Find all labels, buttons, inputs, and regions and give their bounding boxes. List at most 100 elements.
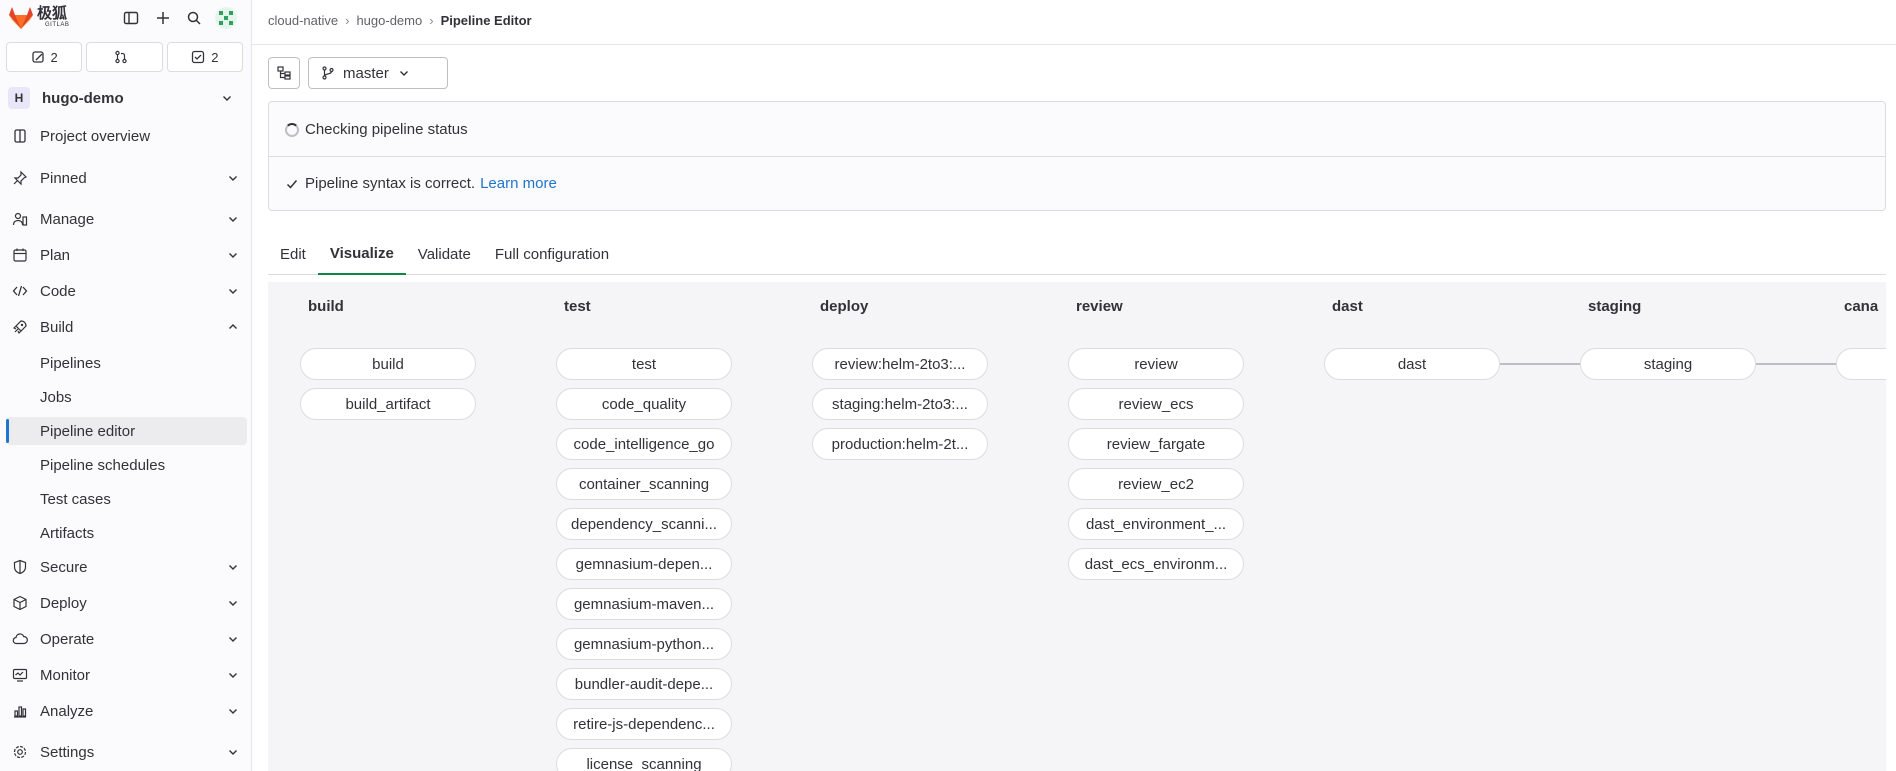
search-icon[interactable] <box>182 6 206 30</box>
pipeline-job[interactable]: license_scanning <box>556 748 732 771</box>
file-tree-toggle-button[interactable] <box>268 57 300 89</box>
pipeline-job[interactable]: review <box>1068 348 1244 380</box>
pipeline-job[interactable]: dast <box>1324 348 1500 380</box>
nav-plan[interactable]: Plan <box>0 240 252 270</box>
chevron-down-icon <box>229 176 237 181</box>
nav-project-overview-label: Project overview <box>40 127 151 145</box>
pipeline-job[interactable]: gemnasium-depen... <box>556 548 732 580</box>
syntax-status-row: Pipeline syntax is correct. Learn more <box>285 175 557 192</box>
sidebar-toggle-icon[interactable] <box>119 6 143 30</box>
nav-pipelines[interactable]: Pipelines <box>6 349 247 377</box>
nav-pinned-label: Pinned <box>40 169 87 187</box>
chevron-down-icon <box>229 565 237 570</box>
plus-icon[interactable] <box>151 6 175 30</box>
pipeline-job[interactable]: bundler-audit-depe... <box>556 668 732 700</box>
nav-artifacts[interactable]: Artifacts <box>6 519 247 547</box>
todos-counter-button[interactable]: 2 <box>166 42 243 72</box>
breadcrumb-group[interactable]: cloud-native <box>268 13 338 28</box>
status-divider <box>269 156 1885 157</box>
chevron-down-icon <box>229 750 237 755</box>
pipeline-job[interactable]: dast_environment_... <box>1068 508 1244 540</box>
nav-secure[interactable]: Secure <box>0 552 252 582</box>
nav-project-overview[interactable]: Project overview <box>0 121 252 151</box>
nav-analyze[interactable]: Analyze <box>0 696 252 726</box>
nav-build-label: Build <box>40 318 74 336</box>
pipeline-job[interactable]: dast_ecs_environm... <box>1068 548 1244 580</box>
nav-test-cases[interactable]: Test cases <box>6 485 247 513</box>
shield-icon <box>13 559 27 575</box>
breadcrumb-current[interactable]: Pipeline Editor <box>441 13 532 28</box>
pipeline-job[interactable]: gemnasium-python... <box>556 628 732 660</box>
nav-artifacts-label: Artifacts <box>40 524 95 542</box>
gitlab-logo-icon[interactable] <box>8 6 34 30</box>
pipeline-job[interactable]: review:helm-2to3:... <box>812 348 988 380</box>
settings-icon <box>13 745 27 759</box>
pipeline-job[interactable]: review_ec2 <box>1068 468 1244 500</box>
pipeline-job[interactable]: dependency_scanni... <box>556 508 732 540</box>
issues-counter-button[interactable]: 2 <box>6 42 83 72</box>
chevron-down-icon <box>229 709 237 714</box>
tab-validate[interactable]: Validate <box>406 234 483 275</box>
stage-title-3: review <box>1076 298 1123 315</box>
pipeline-job[interactable]: staging <box>1580 348 1756 380</box>
branch-selector[interactable]: master <box>308 57 448 89</box>
project-icon <box>14 129 26 143</box>
nav-pipeline-editor-label: Pipeline editor <box>40 422 136 440</box>
pipeline-job[interactable]: retire-js-dependenc... <box>556 708 732 740</box>
nav-monitor[interactable]: Monitor <box>0 660 252 690</box>
nav-code[interactable]: Code <box>0 276 252 306</box>
learn-more-link[interactable]: Learn more <box>480 175 557 192</box>
brand-sub: GITLAB <box>45 22 70 28</box>
chevron-down-icon <box>399 71 408 76</box>
pipeline-job[interactable]: production:helm-2t... <box>812 428 988 460</box>
nav-pipeline-schedules[interactable]: Pipeline schedules <box>6 451 247 479</box>
tab-visualize[interactable]: Visualize <box>317 234 406 275</box>
check-icon <box>286 179 298 189</box>
branch-name: master <box>343 64 389 82</box>
sidebar: 极狐 GITLAB 2 2 H hugo-demo Project overvi… <box>0 0 252 771</box>
branch-icon <box>322 66 334 80</box>
pipeline-job[interactable]: review_ecs <box>1068 388 1244 420</box>
nav-jobs-label: Jobs <box>40 388 72 406</box>
nav-pinned[interactable]: Pinned <box>0 163 252 193</box>
brand-name: 极狐 <box>37 5 68 22</box>
pipeline-job[interactable]: code_quality <box>556 388 732 420</box>
chevron-down-icon <box>229 673 237 678</box>
stage-title-2: deploy <box>820 298 869 315</box>
chevron-down-icon <box>229 289 237 294</box>
nav-secure-label: Secure <box>40 558 88 576</box>
user-avatar-icon[interactable] <box>214 6 238 30</box>
todos-count: 2 <box>211 49 219 65</box>
chevron-down-icon <box>229 253 237 258</box>
breadcrumb: cloud-native › hugo-demo › Pipeline Edit… <box>268 13 532 28</box>
nav-pipeline-editor[interactable]: Pipeline editor <box>6 417 247 445</box>
pipeline-job[interactable]: gemnasium-maven... <box>556 588 732 620</box>
users-icon <box>12 212 28 226</box>
nav-jobs[interactable]: Jobs <box>6 383 247 411</box>
tab-full-configuration[interactable]: Full configuration <box>483 234 621 275</box>
pipeline-job[interactable]: build <box>300 348 476 380</box>
pipeline-job[interactable] <box>1836 348 1886 380</box>
pipeline-job[interactable]: build_artifact <box>300 388 476 420</box>
nav-settings[interactable]: Settings <box>0 737 252 767</box>
tab-edit[interactable]: Edit <box>268 234 318 275</box>
rocket-icon <box>12 320 27 335</box>
nav-manage[interactable]: Manage <box>0 204 252 234</box>
pipeline-job[interactable]: staging:helm-2to3:... <box>812 388 988 420</box>
pipeline-job[interactable]: container_scanning <box>556 468 732 500</box>
nav-operate[interactable]: Operate <box>0 624 252 654</box>
pipeline-job[interactable]: review_fargate <box>1068 428 1244 460</box>
project-switcher[interactable]: H hugo-demo <box>6 84 246 112</box>
chevron-up-icon <box>229 324 237 329</box>
nav-deploy[interactable]: Deploy <box>0 588 252 618</box>
stage-title-5: staging <box>1588 298 1642 315</box>
stage-title-4: dast <box>1332 298 1363 315</box>
breadcrumb-project[interactable]: hugo-demo <box>356 13 422 28</box>
pipeline-job[interactable]: code_intelligence_go <box>556 428 732 460</box>
merge-requests-counter-button[interactable] <box>86 42 163 72</box>
nav-pipeline-schedules-label: Pipeline schedules <box>40 456 166 474</box>
nav-settings-label: Settings <box>40 743 95 761</box>
nav-deploy-label: Deploy <box>40 594 87 612</box>
pipeline-job[interactable]: test <box>556 348 732 380</box>
nav-build[interactable]: Build <box>0 312 252 342</box>
